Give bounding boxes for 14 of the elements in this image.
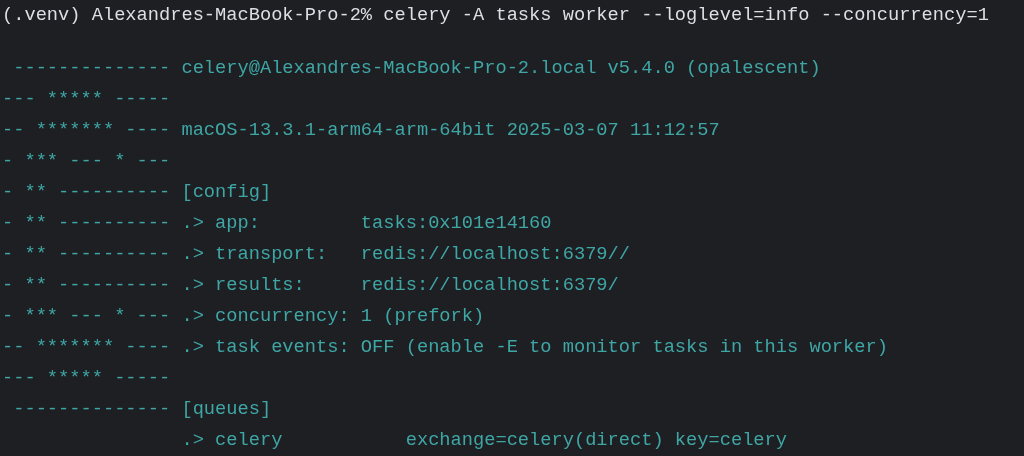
output-line: - ** ---------- [config] — [2, 180, 272, 205]
output-line: - ** ---------- .> transport: redis://localhost:6379// — [2, 242, 630, 267]
output-line: - *** --- * --- .> concurrency: 1 (prefork) — [2, 304, 485, 329]
output-line: --- ***** ----- — [2, 366, 171, 391]
output-line: - ** ---------- .> app: tasks:0x101e14160 — [2, 211, 552, 236]
output-line: -- ******* ---- macOS-13.3.1-arm64-arm-64bit 2025-03-07 11:12:57 — [2, 118, 720, 143]
command-line: (.venv) Alexandres-MacBook-Pro-2% celery -A tasks worker --loglevel=info --concurrency=1 — [2, 3, 989, 28]
output-line: --- ***** ----- — [2, 87, 171, 112]
output-line: -------------- [queues] — [12, 397, 272, 422]
output-line: -- ******* ---- .> task events: OFF (enable -E to monitor tasks in this worker) — [2, 335, 888, 360]
output-line: - ** ---------- .> results: redis://localhost:6379/ — [2, 273, 619, 298]
output-line: -------------- celery@Alexandres-MacBook-Pro-2.local v5.4.0 (opalescent) — [12, 56, 821, 81]
output-line: - *** --- * --- — [2, 149, 171, 174]
output-line: .> celery exchange=celery(direct) key=celery — [180, 428, 787, 453]
